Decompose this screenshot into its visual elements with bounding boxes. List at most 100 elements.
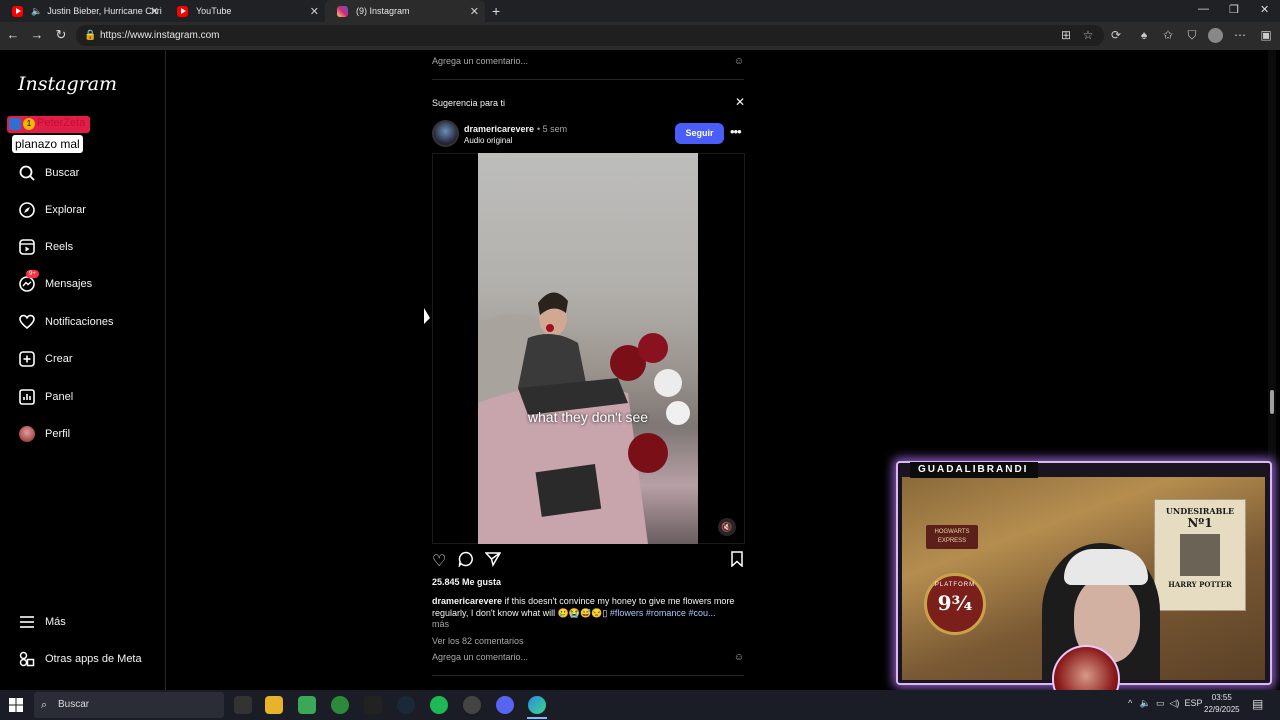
sidebar-item-notifications[interactable]: Notificaciones [18, 312, 113, 332]
sidebar-item-more[interactable]: Más [18, 612, 66, 632]
obs-icon[interactable] [463, 696, 481, 714]
reload-button[interactable]: ↻ [52, 27, 70, 43]
volume-icon[interactable]: ◁) [1170, 698, 1180, 708]
sidebar-item-meta-apps[interactable]: Otras apps de Meta [18, 649, 142, 669]
likes-count[interactable]: 25.845 Me gusta [432, 577, 501, 587]
stream-overlay-peterzeta: 1 PeterZeta [7, 116, 91, 133]
language-indicator[interactable]: ESP [1184, 698, 1202, 708]
shield-icon[interactable]: ⛉ [1184, 28, 1200, 43]
notifications-icon[interactable]: ▤ [1252, 697, 1263, 711]
minimize-button[interactable]: — [1198, 3, 1209, 15]
extensions-icon[interactable]: ⟳ [1108, 28, 1124, 42]
chevron-up-icon[interactable]: ^ [1128, 698, 1132, 708]
close-icon[interactable]: ✕ [150, 5, 159, 18]
tab-justin-bieber[interactable]: 🔈 Justin Bieber, Hurricane Chri ✕ [0, 0, 165, 22]
edge-icon[interactable] [528, 696, 546, 714]
sidebar-toggle-icon[interactable]: ▣ [1258, 28, 1274, 42]
see-more-link[interactable]: más [432, 619, 449, 629]
sidebar-item-messages[interactable]: 9+ Mensajes [18, 270, 92, 294]
forward-button[interactable]: → [28, 27, 46, 42]
video-scene [478, 292, 690, 544]
tab-instagram[interactable]: (9) Instagram ✕ [325, 0, 485, 22]
caption-hashtags[interactable]: #flowers #romance #cou... [610, 608, 716, 618]
post-audio[interactable]: Audio original [464, 136, 512, 145]
new-tab-button[interactable]: + [492, 3, 500, 19]
stream-overlay-message: planazo mal [12, 135, 83, 153]
taskbar-search[interactable]: ⌕ Buscar [34, 692, 224, 718]
save-bookmark-icon[interactable] [730, 551, 744, 572]
close-icon[interactable]: ✕ [470, 5, 479, 18]
epic-games-icon[interactable] [364, 696, 382, 714]
spotify-icon[interactable] [430, 696, 448, 714]
poster-name: HARRY POTTER [1168, 580, 1232, 589]
scrollbar-thumb[interactable] [1270, 390, 1274, 414]
sidebar-item-reels[interactable]: Reels [18, 237, 73, 257]
follow-button[interactable]: Seguir [675, 123, 724, 144]
minecraft-icon[interactable] [298, 696, 316, 714]
emoji-icon[interactable]: ☺ [734, 652, 744, 663]
steam-icon[interactable] [397, 696, 415, 714]
tab-youtube[interactable]: YouTube ✕ [165, 0, 325, 22]
speaker-icon[interactable]: 🔈 [31, 6, 42, 17]
view-comments-link[interactable]: Ver los 82 comentarios [432, 636, 524, 646]
back-button[interactable]: ← [4, 27, 22, 42]
windows-start-icon[interactable] [9, 698, 23, 712]
like-heart-icon[interactable]: ♡ [432, 551, 446, 571]
profile-avatar[interactable] [1208, 28, 1223, 43]
close-icon[interactable]: ✕ [310, 5, 319, 18]
active-app-indicator [527, 717, 547, 719]
extension-icon[interactable]: ♠ [1136, 28, 1152, 42]
muted-speaker-icon[interactable]: 🔇 [718, 518, 736, 536]
browser-tab-bar: 🔈 Justin Bieber, Hurricane Chri ✕ YouTub… [0, 0, 1280, 22]
settings-menu-icon[interactable]: ⋯ [1232, 28, 1248, 42]
network-icon[interactable]: ▭ [1156, 698, 1165, 708]
sidebar-item-profile[interactable]: Perfil [18, 424, 70, 444]
instagram-logo[interactable]: Instagram [18, 73, 117, 95]
discord-icon[interactable] [496, 696, 514, 714]
speaker-icon[interactable]: 🔈 [1140, 698, 1151, 708]
add-comment-input[interactable]: Agrega un comentario... ☺ [432, 56, 744, 67]
platform-number: 9¾ [937, 591, 973, 615]
tab-title: Justin Bieber, Hurricane Chri [47, 6, 162, 16]
post-username[interactable]: dramericarevere [464, 124, 534, 134]
sidebar-item-label: Perfil [45, 428, 71, 440]
wanted-poster: UNDESIRABLE Nº1 HARRY POTTER [1154, 499, 1246, 611]
streamer-bandana [1064, 549, 1148, 585]
overlay-username: PeterZeta [37, 117, 86, 129]
taskbar-clock[interactable]: 03:55 22/9/2025 [1204, 692, 1240, 716]
caption-username[interactable]: dramericarevere [432, 596, 502, 606]
chart-icon [18, 388, 36, 406]
xbox-icon[interactable] [331, 696, 349, 714]
url-input[interactable]: 🔒 https://www.instagram.com [76, 25, 1104, 46]
more-options-icon[interactable]: ••• [730, 124, 742, 139]
comment-placeholder: Agrega un comentario... [432, 652, 529, 662]
app-available-icon[interactable]: ⊞ [1058, 28, 1074, 42]
window-close-button[interactable]: ✕ [1260, 3, 1269, 16]
avatar[interactable] [432, 120, 459, 147]
compass-icon [18, 201, 36, 219]
emoji-icon[interactable]: ☺ [734, 56, 744, 67]
sidebar-item-explore[interactable]: Explorar [18, 200, 86, 220]
post-video[interactable]: what they don't see [478, 153, 698, 544]
favorites-icon[interactable]: ✩ [1160, 28, 1176, 42]
close-icon[interactable]: ✕ [735, 95, 745, 109]
lock-icon: 🔒 [84, 30, 97, 41]
hamburger-icon [18, 613, 36, 631]
sidebar-item-label: Otras apps de Meta [45, 653, 142, 665]
add-comment-input[interactable]: Agrega un comentario... ☺ [432, 652, 744, 663]
system-tray[interactable]: ^ 🔈 ▭ ◁) ESP [1128, 698, 1202, 709]
sidebar-item-create[interactable]: Crear [18, 349, 73, 369]
file-explorer-icon[interactable] [265, 696, 283, 714]
restore-button[interactable]: ❐ [1229, 3, 1239, 16]
search-icon: ⌕ [41, 699, 48, 711]
sidebar-item-label: Explorar [45, 204, 86, 216]
platform-sign: PLATFORM 9¾ [924, 573, 986, 635]
meta-apps-icon [18, 650, 36, 668]
favorite-star-icon[interactable]: ☆ [1080, 28, 1096, 42]
post-caption: dramericarevere if this doesn't convince… [432, 595, 745, 619]
sidebar-item-search[interactable]: Buscar [18, 163, 79, 183]
share-icon[interactable] [484, 551, 502, 572]
taskbar-app-icon[interactable] [234, 696, 252, 714]
sidebar-item-dashboard[interactable]: Panel [18, 387, 73, 407]
comment-icon[interactable] [458, 551, 474, 572]
